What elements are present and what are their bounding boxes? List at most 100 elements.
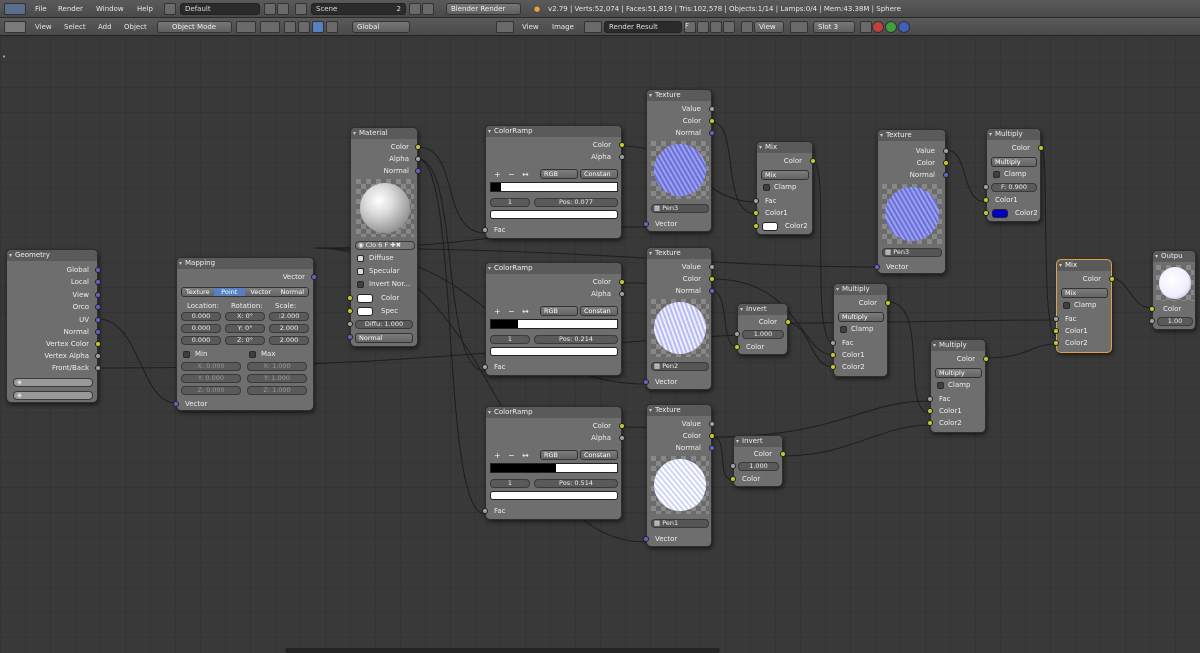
ramp-flip-button[interactable]: ↔ (522, 451, 529, 460)
socket-color-out[interactable] (709, 118, 715, 124)
rotation-z-field[interactable]: Z: 0° (225, 336, 265, 345)
scene-field[interactable]: Scene 2 (311, 3, 406, 15)
socket-color-in[interactable] (347, 295, 353, 301)
multiply-node-1[interactable]: Multiply Color Multiply Clamp Fac Color1… (830, 283, 891, 377)
blend-mode-dropdown[interactable]: Multiply (935, 368, 982, 378)
tab-normal[interactable]: Normal (276, 288, 308, 296)
viewport-shading-icon[interactable] (236, 21, 256, 33)
socket-alpha-in[interactable] (1149, 318, 1155, 324)
colorramp-node-3[interactable]: ColorRamp Color Alpha + − ↔ RGB Constan … (482, 406, 625, 520)
socket-color2-in[interactable] (753, 223, 759, 229)
socket-local[interactable] (95, 279, 101, 285)
blend-mode-dropdown[interactable]: Multiply (991, 157, 1037, 167)
color-mode-dropdown[interactable]: RGB (540, 169, 578, 179)
layout-field[interactable]: Default (180, 3, 260, 15)
multiply-node-2[interactable]: Multiply Color Multiply Clamp Fac Color1… (927, 339, 989, 433)
min-checkbox[interactable] (183, 351, 190, 358)
min-x-field[interactable]: X: 0.000 (181, 362, 241, 371)
ramp-stop-color[interactable] (490, 210, 618, 219)
uv-map-field[interactable]: ◈ (13, 378, 93, 387)
ramp-flip-button[interactable]: ↔ (522, 307, 529, 316)
socket-fac-in[interactable] (734, 331, 740, 337)
menu-add[interactable]: Add (98, 21, 112, 33)
ramp-remove-button[interactable]: − (508, 451, 515, 460)
scale-x-field[interactable]: :2.000 (269, 312, 309, 321)
alpha-field[interactable]: 1.00 (1157, 317, 1193, 326)
scale-icon[interactable] (326, 21, 338, 33)
menu-select[interactable]: Select (64, 21, 86, 33)
socket-vector-in[interactable] (874, 264, 880, 270)
clamp-checkbox[interactable] (763, 184, 770, 191)
image-browse-icon[interactable] (584, 21, 602, 33)
colorramp-node-1[interactable]: ColorRamp Color Alpha + − ↔ RGB Constan … (482, 125, 625, 239)
specular-checkbox[interactable] (357, 268, 364, 275)
invert-normal-checkbox[interactable] (357, 281, 364, 288)
translate-icon[interactable] (298, 21, 310, 33)
texture-node-pen3-top[interactable]: Texture Value Color Normal ▦ Pen3 Vector (643, 89, 715, 232)
texture-datablock[interactable]: ▦ Pen3 (651, 204, 709, 213)
manipulator-icon[interactable] (284, 21, 296, 33)
socket-color-in[interactable] (1149, 306, 1155, 312)
mapping-type-tabs[interactable]: Texture Point Vector Normal (181, 287, 309, 297)
color-ramp-bar[interactable] (490, 182, 618, 192)
socket-color-out[interactable] (1109, 276, 1115, 282)
socket-color-in[interactable] (730, 476, 736, 482)
tab-texture[interactable]: Texture (182, 288, 214, 296)
socket-color2-in[interactable] (830, 364, 836, 370)
ramp-index-field[interactable]: 1 (490, 198, 530, 207)
socket-fac-in[interactable] (482, 227, 488, 233)
material-node[interactable]: Material Color Alpha Normal ◉ Clo 6 F ✚✖… (347, 127, 421, 347)
clamp-checkbox[interactable] (840, 326, 847, 333)
view-dropdown[interactable]: View (754, 21, 784, 33)
tab-vector[interactable]: Vector (245, 288, 277, 296)
rotation-y-field[interactable]: Y: 0° (225, 324, 265, 333)
blend-mode-dropdown[interactable]: Mix (761, 170, 809, 180)
texture-node-pen1[interactable]: Texture Value Color Normal ▦ Pen1 Vector (643, 404, 715, 547)
color-mode-dropdown[interactable]: RGB (540, 450, 578, 460)
info-editor-icon[interactable] (4, 3, 26, 15)
diffuse-checkbox[interactable] (357, 255, 364, 262)
socket-normal-out[interactable] (943, 172, 949, 178)
socket-fac-in[interactable] (482, 364, 488, 370)
unlink-image-icon[interactable] (723, 21, 735, 33)
display-alpha-icon[interactable] (860, 21, 872, 33)
socket-alpha-out[interactable] (619, 291, 625, 297)
color2-swatch[interactable] (992, 209, 1008, 218)
socket-uv[interactable] (95, 317, 101, 323)
ramp-pos-field[interactable]: Pos: 0.514 (534, 479, 618, 488)
socket-spec-in[interactable] (347, 308, 353, 314)
socket-color-out[interactable] (983, 356, 989, 362)
slot-dropdown[interactable]: Slot 3 (813, 21, 855, 33)
socket-alpha-out[interactable] (619, 154, 625, 160)
socket-value-out[interactable] (943, 148, 949, 154)
horizontal-scrollbar[interactable] (285, 648, 720, 653)
color2-swatch[interactable] (762, 222, 778, 231)
mix-node-2[interactable]: Mix Color Mix Clamp Fac Color1 Color2 (1053, 259, 1115, 353)
socket-color-out[interactable] (619, 279, 625, 285)
fac-field[interactable]: F: 0.900 (991, 183, 1037, 192)
socket-color-out[interactable] (780, 451, 786, 457)
menu-image-view[interactable]: View (522, 21, 539, 33)
socket-color-out[interactable] (619, 142, 625, 148)
mapping-node[interactable]: Mapping Vector Texture Point Vector Norm… (173, 257, 317, 411)
mode-dropdown[interactable]: Object Mode (157, 21, 232, 33)
socket-color-out[interactable] (785, 319, 791, 325)
colorramp-node-2[interactable]: ColorRamp Color Alpha + − ↔ RGB Constan … (482, 262, 625, 376)
layout-icon[interactable] (164, 3, 176, 15)
socket-value-out[interactable] (709, 421, 715, 427)
socket-alpha-out[interactable] (619, 435, 625, 441)
diffuse-intensity-field[interactable]: Diffu: 1.000 (355, 320, 413, 329)
orientation-dropdown[interactable]: Global (352, 21, 410, 33)
max-x-field[interactable]: X: 1.000 (247, 362, 307, 371)
clamp-checkbox[interactable] (993, 171, 1000, 178)
spec-swatch[interactable] (357, 307, 373, 316)
location-y-field[interactable]: 0.000 (181, 324, 221, 333)
socket-fac-in[interactable] (482, 508, 488, 514)
texture-node-pen3-right[interactable]: Texture Value Color Normal ▦ Pen3 Vector (874, 129, 949, 274)
socket-color-out[interactable] (943, 160, 949, 166)
socket-normal-out[interactable] (415, 168, 421, 174)
remove-scene-icon[interactable] (422, 3, 434, 15)
location-x-field[interactable]: 0.000 (181, 312, 221, 321)
ramp-add-button[interactable]: + (494, 307, 501, 316)
render-engine-dropdown[interactable]: Blender Render (446, 3, 521, 15)
